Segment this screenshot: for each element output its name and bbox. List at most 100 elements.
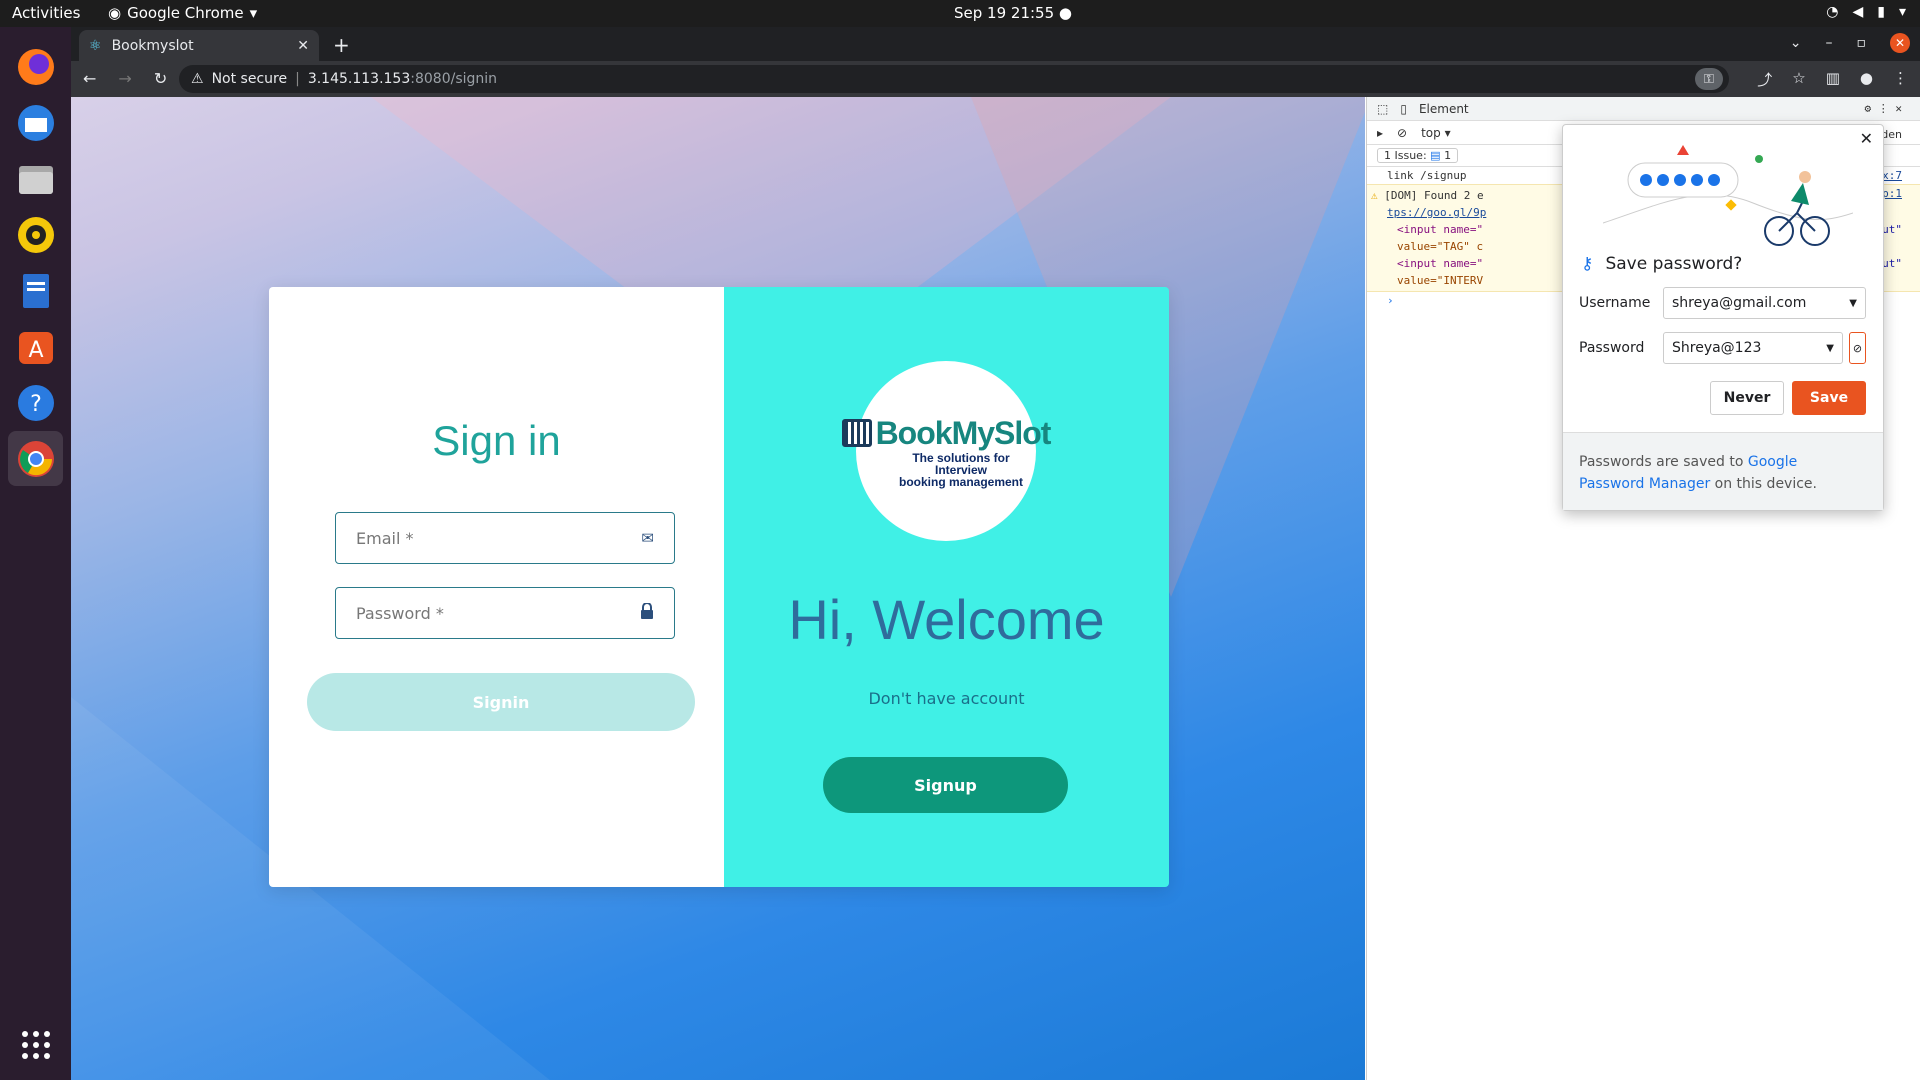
hide-password-eye-icon[interactable]: ⊘ — [1849, 332, 1866, 364]
key-icon: ⚷ — [1581, 254, 1594, 274]
code-line-2-text: value="TAG" c — [1397, 240, 1484, 253]
svg-text:?: ? — [30, 392, 42, 417]
profile-icon[interactable]: ● — [1860, 69, 1873, 90]
dialog-title: ⚷ Save password? — [1581, 254, 1742, 274]
welcome-panel: BookMySlot The solutions for Interview b… — [724, 287, 1169, 887]
tab-elements[interactable]: Element — [1419, 102, 1469, 116]
code-line-1-text: <input name=" — [1397, 223, 1484, 236]
envelope-icon: ✉ — [641, 529, 654, 547]
app-center-icon[interactable]: A — [8, 319, 63, 374]
chrome-dock-icon[interactable] — [8, 431, 63, 486]
password-placeholder: Password * — [356, 603, 444, 623]
context-value: top — [1421, 125, 1441, 140]
issues-button[interactable]: 1 Issue: ▤ 1 — [1377, 148, 1459, 163]
signin-panel: Sign in Email * ✉ Password * Signin — [269, 287, 724, 887]
email-field[interactable]: Email * ✉ — [335, 512, 675, 564]
react-favicon-icon: ⚛ — [89, 37, 102, 54]
logo-tagline: The solutions for Interview booking mana… — [886, 452, 1036, 488]
url-host: 3.145.113.153 — [307, 71, 411, 87]
inspect-icon[interactable]: ⬚ — [1377, 102, 1388, 116]
battery-icon: ▮ — [1877, 4, 1885, 20]
auth-card: Sign in Email * ✉ Password * Signin Book… — [269, 287, 1169, 887]
welcome-heading: Hi, Welcome — [788, 588, 1105, 651]
issues-count: 1 — [1444, 149, 1452, 162]
nav-buttons: ← → ↻ — [83, 69, 167, 88]
lock-icon — [640, 602, 654, 623]
menu-kebab-icon[interactable]: ⋮ — [1893, 69, 1908, 90]
help-icon[interactable]: ? — [8, 375, 63, 430]
logo-title-text: BookMySlot — [875, 414, 1052, 451]
app-menu[interactable]: ◉ Google Chrome ▾ — [108, 4, 257, 22]
share-icon[interactable]: ⤴ — [1757, 69, 1772, 90]
dialog-footer: Passwords are saved to Google Password M… — [1563, 432, 1883, 510]
tab-title: Bookmyslot — [111, 37, 194, 54]
chevron-down-icon: ▾ — [249, 4, 258, 22]
show-apps-icon[interactable] — [8, 1017, 63, 1072]
chevron-down-icon: ▼ — [1826, 342, 1834, 354]
chrome-window: ⚛ Bookmyslot ✕ + ⌄ – ▫ ✕ ← → ↻ ⚠ Not sec… — [71, 27, 1920, 1080]
volume-icon: ◀ — [1852, 4, 1864, 20]
app-name: Google Chrome — [127, 4, 244, 22]
forward-icon[interactable]: → — [118, 69, 131, 88]
warning-icon[interactable]: ⚠ — [191, 71, 204, 87]
thunderbird-icon[interactable] — [8, 95, 63, 150]
wifi-icon: ◔ — [1826, 4, 1839, 20]
toolbar-actions: ⤴ ☆ ▥ ● ⋮ — [1757, 69, 1908, 90]
log-text: link /signup — [1387, 169, 1467, 182]
reload-icon[interactable]: ↻ — [154, 69, 167, 88]
files-icon[interactable] — [8, 151, 63, 206]
signin-button[interactable]: Signin — [307, 673, 695, 731]
clock[interactable]: Sep 19 21:55 ● — [954, 4, 1072, 22]
signin-title: Sign in — [432, 417, 561, 464]
password-value: Shreya@123 — [1672, 340, 1762, 356]
url-text[interactable]: 3.145.113.153:8080/signin — [308, 71, 497, 87]
password-select[interactable]: Shreya@123 ▼ — [1663, 332, 1843, 364]
warning-text: [DOM] Found 2 e — [1384, 189, 1484, 202]
save-button[interactable]: Save — [1792, 381, 1866, 415]
window-controls: ⌄ – ▫ ✕ — [1790, 33, 1910, 53]
email-placeholder: Email * — [356, 528, 414, 548]
system-top-bar: Activities ◉ Google Chrome ▾ Sep 19 21:5… — [0, 0, 1920, 27]
key-icon[interactable]: ⚿ — [1695, 68, 1723, 90]
tab-bookmyslot[interactable]: ⚛ Bookmyslot ✕ — [79, 30, 319, 61]
code-line-3-text: <input name=" — [1397, 257, 1484, 270]
clear-console-icon[interactable]: ⊘ — [1397, 126, 1407, 140]
chevron-down-icon: ▼ — [1849, 297, 1857, 309]
sidebar-toggle-icon[interactable]: ▸ — [1377, 126, 1383, 140]
close-tab-icon[interactable]: ✕ — [297, 38, 309, 54]
restore-icon[interactable]: ▫ — [1857, 35, 1867, 51]
footer-text-2: on this device. — [1710, 476, 1817, 492]
username-select[interactable]: shreya@gmail.com ▼ — [1663, 287, 1866, 319]
power-menu-icon: ▾ — [1898, 4, 1906, 20]
dock: A ? — [0, 27, 71, 1080]
system-tray[interactable]: ◔ ◀ ▮ ▾ — [1826, 4, 1906, 20]
window-close-button[interactable]: ✕ — [1890, 33, 1910, 53]
password-field[interactable]: Password * — [335, 587, 675, 639]
minimize-icon[interactable]: – — [1826, 35, 1833, 51]
never-button[interactable]: Never — [1710, 381, 1784, 415]
security-status[interactable]: Not secure — [212, 71, 288, 87]
signup-button[interactable]: Signup — [823, 757, 1068, 813]
logo-tagline-line-2: booking management — [898, 474, 1023, 489]
context-select[interactable]: top ▾ — [1421, 126, 1451, 140]
logo-title: BookMySlot — [841, 414, 1052, 452]
firefox-icon[interactable] — [8, 39, 63, 94]
footer-text-1: Passwords are saved to — [1579, 454, 1748, 470]
libreoffice-writer-icon[interactable] — [8, 263, 63, 318]
save-password-dialog: ✕ ⚷ Save password? Username shreya@gmail… — [1562, 124, 1884, 511]
address-bar[interactable]: ⚠ Not secure | 3.145.113.153:8080/signin… — [179, 65, 1729, 93]
svg-text:A: A — [28, 338, 43, 363]
warning-url[interactable]: tps://goo.gl/9p — [1387, 206, 1486, 219]
back-icon[interactable]: ← — [83, 69, 96, 88]
rhythmbox-icon[interactable] — [8, 207, 63, 262]
device-toolbar-icon[interactable]: ▯ — [1400, 102, 1407, 116]
new-tab-button[interactable]: + — [333, 33, 350, 57]
devtools-tabbar: ⬚ ▯ Element ⚙ ⋮ ✕ — [1367, 97, 1920, 121]
activities-button[interactable]: Activities — [12, 4, 80, 22]
dialog-title-text: Save password? — [1605, 254, 1743, 274]
side-panel-icon[interactable]: ▥ — [1826, 69, 1840, 90]
devtools-settings: ⚙ ⋮ ✕ — [1864, 102, 1903, 115]
bookmark-star-icon[interactable]: ☆ — [1792, 69, 1805, 90]
close-icon[interactable]: ✕ — [1860, 129, 1873, 148]
tab-search-icon[interactable]: ⌄ — [1790, 35, 1802, 51]
